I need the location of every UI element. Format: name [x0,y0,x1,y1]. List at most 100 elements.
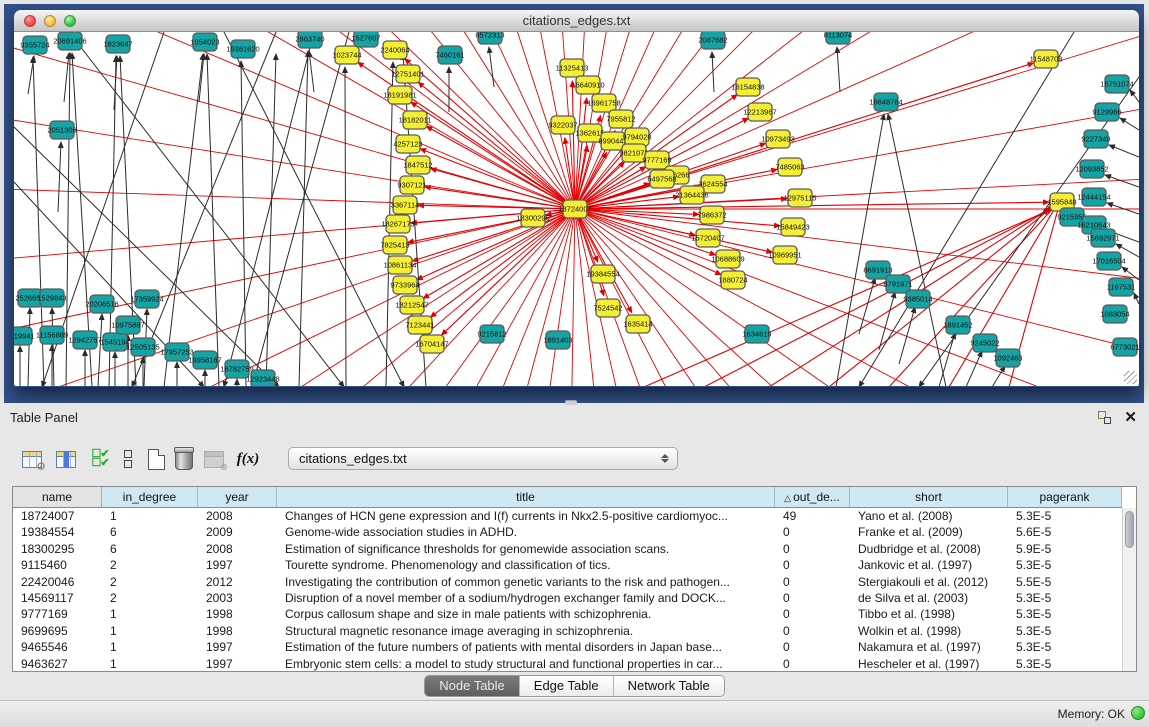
graph-node[interactable]: 9385014 [903,290,932,308]
graph-node[interactable]: 17359924 [130,290,163,308]
graph-node[interactable]: 20691406 [53,32,86,50]
graph-node[interactable]: 15692971 [1086,229,1119,247]
graph-node[interactable]: 2087682 [698,32,727,49]
graph-node[interactable]: 12975115 [784,189,817,207]
select-all-button[interactable]: ☐✔☐✔ [86,445,114,473]
graph-node[interactable]: 1092463 [993,349,1022,367]
graph-node[interactable]: 7485063 [775,158,804,176]
graph-node[interactable]: 1635414 [623,315,652,333]
graph-node[interactable]: 8113074 [824,32,853,44]
graph-node[interactable]: 9733964 [390,276,419,294]
graph-node[interactable]: 1880724 [718,271,747,289]
vertical-scrollbar[interactable] [1122,508,1136,671]
graph-node[interactable]: 8572313 [475,32,504,44]
graph-node[interactable]: 6773021 [1110,338,1139,356]
graph-node[interactable]: 1823647 [103,35,132,53]
graph-node[interactable]: 6497568 [647,170,676,188]
graph-node[interactable]: 9355724 [20,36,49,54]
graph-node[interactable]: 7524542 [593,299,622,317]
graph-node[interactable]: 9129966 [1092,103,1121,121]
graph-node[interactable]: 9322037 [548,116,577,134]
graph-node[interactable]: 1891452 [943,316,972,334]
graph-node[interactable]: 9227349 [1081,130,1110,148]
graph-node[interactable]: 1529843 [37,289,66,307]
graph-node[interactable]: 12213967 [743,103,776,121]
graph-node[interactable]: 18724007 [558,200,591,218]
graph-node[interactable]: 19361620 [226,40,259,58]
graph-node[interactable]: 7986372 [697,206,726,224]
new-table-button[interactable] [142,445,170,473]
column-visibility-button[interactable] [52,445,80,473]
graph-node[interactable]: 15720407 [691,229,724,247]
network-window-titlebar[interactable]: citations_edges.txt [14,10,1139,32]
graph-node[interactable]: 1847512 [403,156,432,174]
graph-node[interactable]: 15849423 [776,218,809,236]
graph-node[interactable]: 16154838 [731,78,764,96]
graph-node[interactable]: 18182011 [399,111,432,129]
table-row[interactable]: 2242004622012Investigating the contribut… [13,574,1136,590]
delete-table-button[interactable]: ⊗ [200,445,228,473]
graph-node[interactable]: 3367114 [391,196,420,214]
float-panel-icon[interactable] [1098,411,1111,424]
graph-node[interactable]: 9794028 [622,128,651,146]
graph-node[interactable]: 10969951 [768,246,801,264]
graph-node[interactable]: 11325413 [556,59,589,77]
graph-node[interactable]: 2240064 [380,41,409,59]
graph-node[interactable]: 18212547 [395,296,428,314]
graph-node[interactable]: 9245022 [970,334,999,352]
graph-node[interactable]: 12942757 [68,331,101,349]
table-row[interactable]: 1872400712008Changes of HCN gene express… [13,508,1136,524]
column-header-name[interactable]: name [13,487,102,508]
graph-node[interactable]: 7955812 [606,110,635,128]
graph-node[interactable]: 10861134 [384,256,417,274]
table-row[interactable]: 1938455462009Genome-wide association stu… [13,524,1136,540]
table-row[interactable]: 1456911722003Disruption of a novel membe… [13,590,1136,606]
graph-node[interactable]: 1891403 [543,331,572,349]
graph-node[interactable]: 1527607 [351,32,380,47]
graph-node[interactable]: 1054023 [190,33,219,51]
graph-node[interactable]: 20206516 [85,295,118,313]
graph-node[interactable]: 16961758 [587,94,620,112]
deselect-all-button[interactable] [114,445,142,473]
column-header-short[interactable]: short [850,487,1008,508]
graph-node[interactable]: 1083054 [1100,305,1129,323]
graph-node[interactable]: 11156889 [36,326,68,344]
graph-node[interactable]: 1167531 [1107,278,1136,296]
close-panel-icon[interactable]: ✕ [1124,408,1137,426]
graph-node[interactable]: 1634619 [742,325,771,343]
graph-node[interactable]: 7123441 [405,316,434,334]
graph-node[interactable]: 12444154 [1077,188,1110,206]
graph-node[interactable]: 21364436 [675,186,708,204]
graph-node[interactable]: 18267173 [381,215,414,233]
graph-node[interactable]: 11548708 [1030,50,1063,68]
graph-node[interactable]: 16640910 [571,76,604,94]
table-row[interactable]: 1830029562008Estimation of significance … [13,541,1136,557]
graph-node[interactable]: 1023744 [332,46,361,64]
function-builder-button[interactable]: f(x) [234,445,262,473]
graph-node[interactable]: 4257123 [393,135,422,153]
graph-node[interactable]: 12093852 [1075,160,1108,178]
graph-node[interactable]: 3919941 [14,327,35,345]
graph-node[interactable]: 18300295 [516,209,549,227]
graph-node[interactable]: 19384554 [586,265,619,283]
graph-node[interactable]: 10975887 [111,316,144,334]
graph-node[interactable]: 9307121 [397,176,426,194]
graph-node[interactable]: 1545194 [100,333,129,351]
graph-node[interactable]: 12751401 [391,65,424,83]
graph-node[interactable]: 16648784 [869,93,902,111]
graph-node[interactable]: 10688609 [711,250,744,268]
tab-network-table[interactable]: Network Table [614,676,724,696]
graph-node[interactable]: 18191981 [383,86,416,104]
network-canvas[interactable]: 18724007 18300295 19384554 1132541316640910… [14,32,1139,386]
table-settings-button[interactable]: ⚙ [18,445,46,473]
table-row[interactable]: 977716911998Corpus callosum shape and si… [13,606,1136,622]
graph-node[interactable]: 2051306 [47,121,76,139]
graph-node[interactable]: 12923448 [246,370,279,386]
graph-node[interactable]: 12505135 [126,338,159,356]
column-header-title[interactable]: title [277,487,775,508]
graph-node[interactable]: 17016504 [1092,252,1125,270]
table-source-select[interactable]: citations_edges.txt [288,447,678,470]
tab-node-table[interactable]: Node Table [425,676,520,696]
graph-node[interactable]: 16704147 [415,335,448,353]
column-header-pagerank[interactable]: pagerank [1008,487,1122,508]
